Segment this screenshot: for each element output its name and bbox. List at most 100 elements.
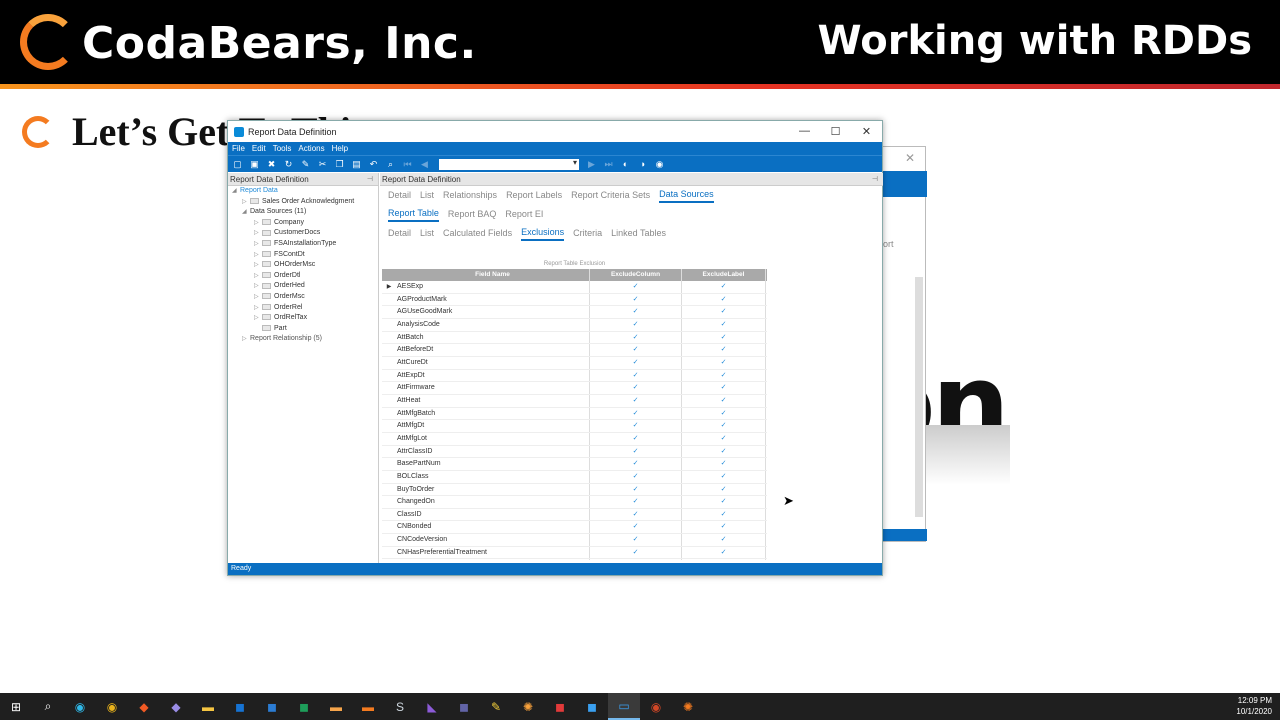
table-row[interactable]: AttCureDt ✓ ✓: [382, 356, 767, 370]
row-selector-icon[interactable]: ▶: [382, 281, 396, 293]
row-selector[interactable]: [382, 471, 396, 483]
exclude-label-checkbox[interactable]: ✓: [682, 483, 766, 496]
exclude-column-checkbox[interactable]: ✓: [590, 420, 682, 432]
save-icon[interactable]: ▣: [248, 159, 261, 170]
expand-arrow-icon[interactable]: ▷: [254, 250, 262, 261]
tree-node[interactable]: ▷ Report Relationship (5): [228, 334, 378, 345]
app-icon[interactable]: ◼: [576, 693, 608, 720]
row-selector[interactable]: [382, 319, 396, 331]
subtab-report-table[interactable]: Report Table: [388, 208, 439, 222]
row-selector[interactable]: [382, 420, 396, 432]
row-selector[interactable]: [382, 496, 396, 508]
pin-icon[interactable]: ⊣: [367, 173, 373, 186]
field-name-cell[interactable]: AttFirmware: [396, 382, 590, 394]
table-tab-linked-tables[interactable]: Linked Tables: [611, 228, 666, 240]
back-icon[interactable]: ◐: [619, 159, 632, 170]
forward-icon[interactable]: ◑: [636, 159, 649, 170]
chrome-icon[interactable]: ◉: [96, 693, 128, 720]
exclude-label-checkbox[interactable]: ✓: [682, 331, 766, 344]
app-icon[interactable]: ✺: [672, 693, 704, 720]
record-navigator-combo[interactable]: [439, 158, 579, 170]
exclude-label-checkbox[interactable]: ✓: [682, 293, 766, 306]
table-row[interactable]: AttBatch ✓ ✓: [382, 331, 767, 345]
tab-relationships[interactable]: Relationships: [443, 190, 497, 202]
field-name-cell[interactable]: BasePartNum: [396, 458, 590, 470]
folder-icon[interactable]: ▬: [320, 693, 352, 720]
tree-node[interactable]: ◢ Data Sources (11): [228, 207, 378, 218]
excel-icon[interactable]: ◼: [288, 693, 320, 720]
scrollbar[interactable]: [915, 277, 923, 517]
tab-data-sources[interactable]: Data Sources: [659, 189, 714, 203]
row-selector[interactable]: [382, 458, 396, 470]
new-icon[interactable]: ▢: [231, 159, 244, 170]
exclude-column-checkbox[interactable]: ✓: [590, 281, 682, 293]
table-row[interactable]: CNPreferentialTreatmentContent✓✓: [382, 559, 767, 560]
exclude-column-checkbox[interactable]: ✓: [590, 369, 682, 382]
exclude-label-checkbox[interactable]: ✓: [682, 369, 766, 382]
menu-tools[interactable]: Tools: [273, 144, 292, 153]
word-icon[interactable]: ◼: [256, 693, 288, 720]
field-name-cell[interactable]: CNPreferentialTreatmentContent: [396, 559, 590, 560]
search-icon[interactable]: ⌕: [32, 693, 64, 720]
app-icon[interactable]: ✺: [512, 693, 544, 720]
table-row[interactable]: AttHeat ✓ ✓: [382, 394, 767, 408]
expand-arrow-icon[interactable]: ▷: [242, 334, 250, 345]
tab-report-labels[interactable]: Report Labels: [506, 190, 562, 202]
table-row[interactable]: BuyToOrder ✓ ✓: [382, 483, 767, 497]
exclude-column-checkbox[interactable]: ✓: [590, 534, 682, 546]
table-row[interactable]: AnalysisCode ✓ ✓: [382, 318, 767, 332]
table-row[interactable]: AGProductMark ✓ ✓: [382, 293, 767, 307]
row-selector[interactable]: [382, 344, 396, 356]
collapse-arrow-icon[interactable]: ◢: [232, 186, 240, 197]
tree-node[interactable]: ▷ OrderHed: [228, 281, 378, 292]
field-name-cell[interactable]: CNCodeVersion: [396, 534, 590, 546]
subtab-report-baq[interactable]: Report BAQ: [448, 209, 497, 221]
exclude-column-checkbox[interactable]: ✓: [590, 546, 682, 559]
maximize-button[interactable]: ☐: [820, 125, 851, 138]
column-header-exclude-column[interactable]: ExcludeColumn: [590, 269, 682, 281]
exclude-column-checkbox[interactable]: ✓: [590, 306, 682, 318]
menu-edit[interactable]: Edit: [252, 144, 266, 153]
table-row[interactable]: AttMfgDt ✓ ✓: [382, 420, 767, 433]
field-name-cell[interactable]: AGProductMark: [396, 293, 590, 306]
table-row[interactable]: ClassID ✓ ✓: [382, 508, 767, 522]
brave-icon[interactable]: ◆: [128, 693, 160, 720]
minimize-button[interactable]: —: [789, 125, 820, 138]
tree-node[interactable]: ▷ OrderMsc: [228, 292, 378, 303]
field-name-cell[interactable]: AttHeat: [396, 394, 590, 407]
exclude-column-checkbox[interactable]: ✓: [590, 382, 682, 394]
table-row[interactable]: BOLClass ✓ ✓: [382, 470, 767, 484]
exclude-label-checkbox[interactable]: ✓: [682, 534, 766, 546]
table-row[interactable]: BasePartNum ✓ ✓: [382, 458, 767, 471]
field-name-cell[interactable]: AttBatch: [396, 331, 590, 344]
delete-icon[interactable]: ✖: [265, 159, 278, 170]
tree-node[interactable]: ▷ OrderRel: [228, 303, 378, 314]
exclude-column-checkbox[interactable]: ✓: [590, 318, 682, 331]
sql-server-icon[interactable]: S: [384, 693, 416, 720]
row-selector[interactable]: [382, 408, 396, 420]
search-icon[interactable]: ⌕: [384, 159, 397, 170]
exclude-column-checkbox[interactable]: ✓: [590, 496, 682, 508]
exclude-label-checkbox[interactable]: ✓: [682, 432, 766, 445]
table-row[interactable]: AttMfgLot ✓ ✓: [382, 432, 767, 446]
exclude-column-checkbox[interactable]: ✓: [590, 344, 682, 356]
exclude-label-checkbox[interactable]: ✓: [682, 470, 766, 483]
exclude-label-checkbox[interactable]: ✓: [682, 508, 766, 521]
first-record-icon[interactable]: ⏮: [401, 159, 414, 170]
teams-icon[interactable]: ◼: [448, 693, 480, 720]
row-selector[interactable]: [382, 559, 396, 560]
subtab-report-ei[interactable]: Report EI: [505, 209, 543, 221]
file-explorer-icon[interactable]: ▬: [192, 693, 224, 720]
row-selector[interactable]: [382, 395, 396, 407]
exclude-label-checkbox[interactable]: ✓: [682, 496, 766, 508]
cut-icon[interactable]: ✂: [316, 159, 329, 170]
table-row[interactable]: AGUseGoodMark ✓ ✓: [382, 306, 767, 319]
menu-help[interactable]: Help: [332, 144, 348, 153]
table-tab-exclusions[interactable]: Exclusions: [521, 227, 565, 241]
expand-arrow-icon[interactable]: ▷: [254, 292, 262, 303]
powerpoint-icon[interactable]: ◉: [640, 693, 672, 720]
field-name-cell[interactable]: AESExp: [396, 281, 590, 293]
pin-icon[interactable]: ⊣: [872, 173, 878, 186]
table-tab-detail[interactable]: Detail: [388, 228, 411, 240]
table-row[interactable]: AttBeforeDt ✓ ✓: [382, 344, 767, 357]
